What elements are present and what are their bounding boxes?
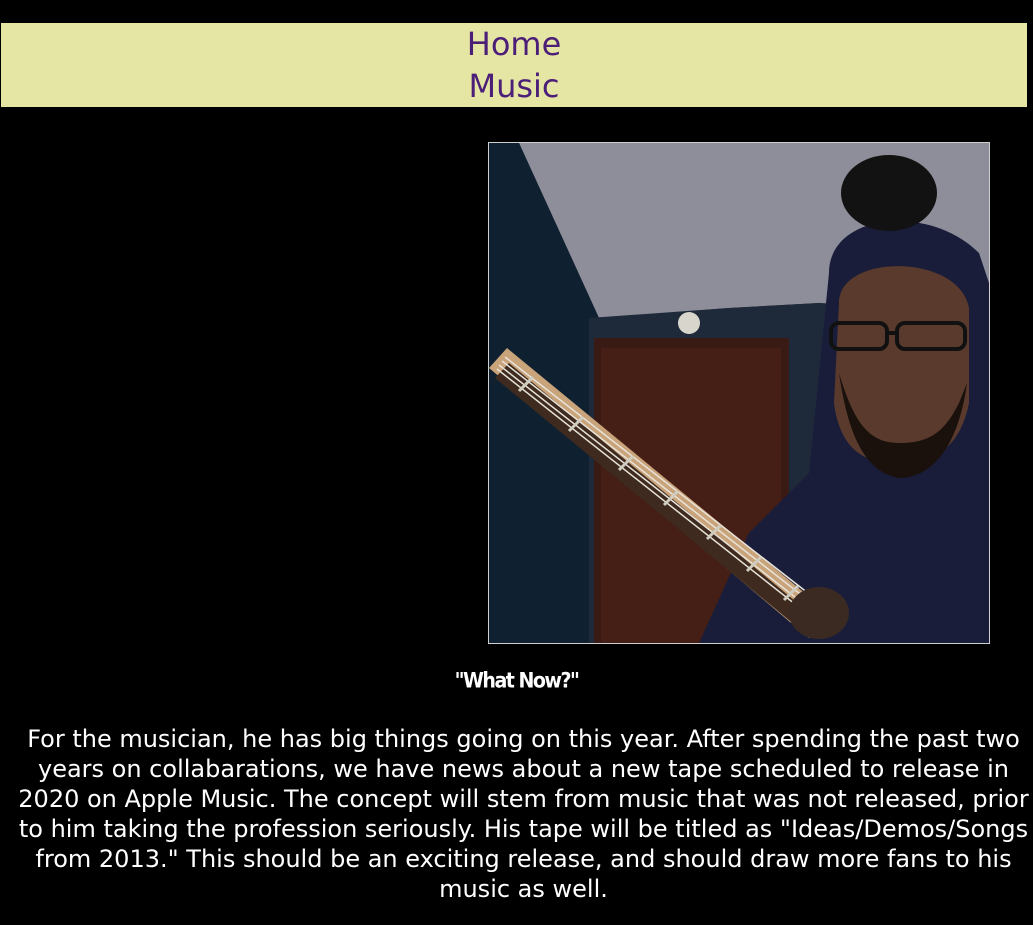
song-title-caption: "What Now?" [454, 668, 580, 694]
musician-guitar-illustration [489, 143, 989, 643]
nav-link-home[interactable]: Home [1, 23, 1027, 65]
nav-link-music[interactable]: Music [1, 65, 1027, 107]
musician-photo [488, 142, 990, 644]
article-paragraph: For the musician, he has big things goin… [18, 725, 1029, 903]
top-nav: Home Music [1, 23, 1027, 107]
